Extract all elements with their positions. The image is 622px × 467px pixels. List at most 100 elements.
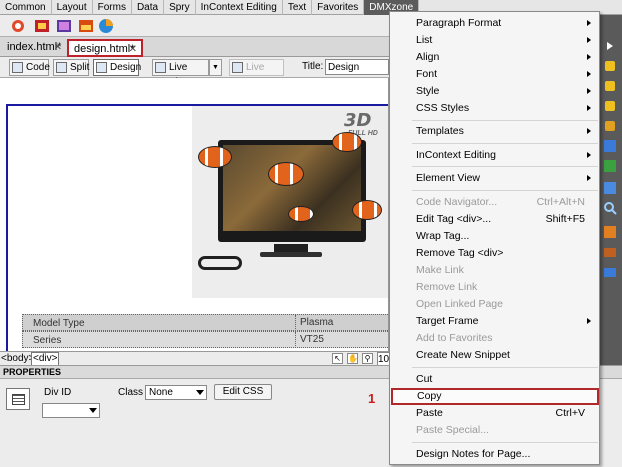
tag-selector-div[interactable]: <div>: [31, 352, 60, 366]
menu-item-templates[interactable]: Templates: [391, 123, 598, 140]
insert-tab-layout[interactable]: Layout: [52, 0, 93, 15]
menu-item-align[interactable]: Align: [391, 49, 598, 66]
class-label: Class: [118, 387, 144, 398]
menu-item-label: Target Frame: [416, 315, 479, 327]
insert-tab-spry[interactable]: Spry: [164, 0, 196, 15]
flash-icon[interactable]: [34, 18, 50, 34]
briefcase-icon[interactable]: [603, 245, 617, 259]
cylinder-icon[interactable]: [603, 79, 617, 93]
document-tab-label: design.html*: [74, 43, 135, 55]
document-tab-index[interactable]: index.html* ✕: [2, 39, 66, 57]
code-view-button[interactable]: Code: [9, 59, 50, 76]
select-tool-icon[interactable]: ↖: [332, 353, 343, 364]
table-row[interactable]: Model Type Plasma: [22, 314, 388, 331]
class-select[interactable]: None: [145, 385, 207, 400]
edit-css-button[interactable]: Edit CSS: [214, 384, 272, 400]
database-icon[interactable]: [603, 119, 617, 133]
layers-icon[interactable]: [603, 181, 617, 195]
insert-tab-text[interactable]: Text: [283, 0, 313, 15]
color-wheel-icon[interactable]: [98, 18, 114, 34]
menu-item-label: Font: [416, 68, 438, 80]
gallery-icon[interactable]: [78, 18, 94, 34]
menu-item-label: Open Linked Page: [416, 298, 503, 310]
toolbox-icon[interactable]: [603, 265, 617, 279]
menu-item-label: Edit Tag <div>...: [416, 213, 492, 225]
split-view-label: Split: [70, 62, 90, 73]
menu-item-edit-tag[interactable]: Edit Tag <div>... Shift+F5: [391, 211, 598, 228]
design-view-button[interactable]: Design: [93, 59, 141, 76]
menu-item-design-notes[interactable]: Design Notes for Page...: [391, 446, 598, 463]
close-icon[interactable]: ✕: [54, 39, 62, 56]
menu-item-target-frame[interactable]: Target Frame: [391, 313, 598, 330]
insert-tab-data[interactable]: Data: [132, 0, 165, 15]
menu-item-label: Make Link: [416, 264, 464, 276]
tv-stand: [274, 244, 308, 252]
menu-item-css-styles[interactable]: CSS Styles: [391, 100, 598, 117]
menu-item-wrap-tag[interactable]: Wrap Tag...: [391, 228, 598, 245]
div-id-select[interactable]: [42, 403, 100, 418]
design-view-icon: [96, 62, 107, 73]
submenu-arrow-icon: [587, 128, 591, 134]
table-icon[interactable]: [603, 159, 617, 173]
menu-item-label: Add to Favorites: [416, 332, 493, 344]
menu-item-paragraph-format[interactable]: Paragraph Format: [391, 15, 598, 32]
insert-tab-favorites[interactable]: Favorites: [312, 0, 365, 15]
close-icon[interactable]: ✕: [129, 41, 137, 58]
cylinder-icon[interactable]: [603, 59, 617, 73]
menu-item-create-new-snippet[interactable]: Create New Snippet: [391, 347, 598, 364]
menu-item-style[interactable]: Style: [391, 83, 598, 100]
menu-item-remove-tag[interactable]: Remove Tag <div>: [391, 245, 598, 262]
submenu-arrow-icon: [587, 318, 591, 324]
image-slider-icon[interactable]: [56, 18, 72, 34]
menu-item-label: Code Navigator...: [416, 196, 498, 208]
search-icon[interactable]: [603, 201, 617, 215]
zoom-tool-icon[interactable]: ⚲: [362, 353, 373, 364]
live-view-dropdown[interactable]: ▼: [209, 59, 222, 76]
split-view-button[interactable]: Split: [53, 59, 89, 76]
menu-item-label: Element View: [416, 172, 481, 184]
context-menu: Paragraph Format List Align Font Style C…: [389, 11, 600, 465]
menu-item-list[interactable]: List: [391, 32, 598, 49]
cylinder-icon[interactable]: [603, 99, 617, 113]
spec-value: VT25: [295, 332, 324, 348]
menu-item-element-view[interactable]: Element View: [391, 170, 598, 187]
menu-item-incontext-editing[interactable]: InContext Editing: [391, 147, 598, 164]
menu-separator: [412, 166, 598, 167]
grid-icon[interactable]: [603, 139, 617, 153]
insert-tab-incontext-editing[interactable]: InContext Editing: [196, 0, 283, 15]
hand-tool-icon[interactable]: ✋: [347, 353, 358, 364]
class-value: None: [149, 387, 173, 398]
menu-item-shortcut: Ctrl+V: [555, 407, 585, 419]
menu-item-label: Style: [416, 85, 440, 97]
submenu-arrow-icon: [587, 105, 591, 111]
menu-item-label: Wrap Tag...: [416, 230, 470, 242]
insert-tab-common[interactable]: Common: [0, 0, 52, 15]
panel-arrow-icon[interactable]: [603, 39, 617, 53]
menu-item-label: Copy: [417, 390, 442, 402]
menu-item-add-to-favorites: Add to Favorites: [391, 330, 598, 347]
sitemap-icon[interactable]: [603, 225, 617, 239]
menu-item-copy[interactable]: Copy: [391, 388, 599, 405]
hero-banner-image[interactable]: 3D FULL HD: [192, 106, 388, 298]
menu-item-label: CSS Styles: [416, 102, 470, 114]
design-view-canvas[interactable]: 3D FULL HD Model Type Plasma Series VT25: [0, 78, 389, 351]
menu-item-open-linked-page: Open Linked Page: [391, 296, 598, 313]
menu-separator: [412, 120, 598, 121]
menu-item-paste[interactable]: Paste Ctrl+V: [391, 405, 598, 422]
document-tab-design[interactable]: design.html* ✕: [67, 39, 143, 57]
menu-item-cut[interactable]: Cut: [391, 371, 598, 388]
dmx-extension-icon[interactable]: [10, 18, 26, 34]
insert-tab-forms[interactable]: Forms: [93, 0, 132, 15]
page-title-input[interactable]: [325, 59, 389, 75]
div-element-icon: [6, 388, 30, 410]
3d-glasses-image: [198, 256, 242, 270]
spec-table: Model Type Plasma Series VT25: [22, 314, 388, 348]
submenu-arrow-icon: [587, 152, 591, 158]
split-view-icon: [56, 62, 67, 73]
menu-item-font[interactable]: Font: [391, 66, 598, 83]
live-view-button[interactable]: Live View: [152, 59, 209, 88]
tag-selector-body[interactable]: <body>: [1, 352, 34, 365]
tv-base: [260, 252, 322, 257]
div-id-label: Div ID: [44, 387, 72, 398]
table-row[interactable]: Series VT25: [22, 331, 388, 348]
